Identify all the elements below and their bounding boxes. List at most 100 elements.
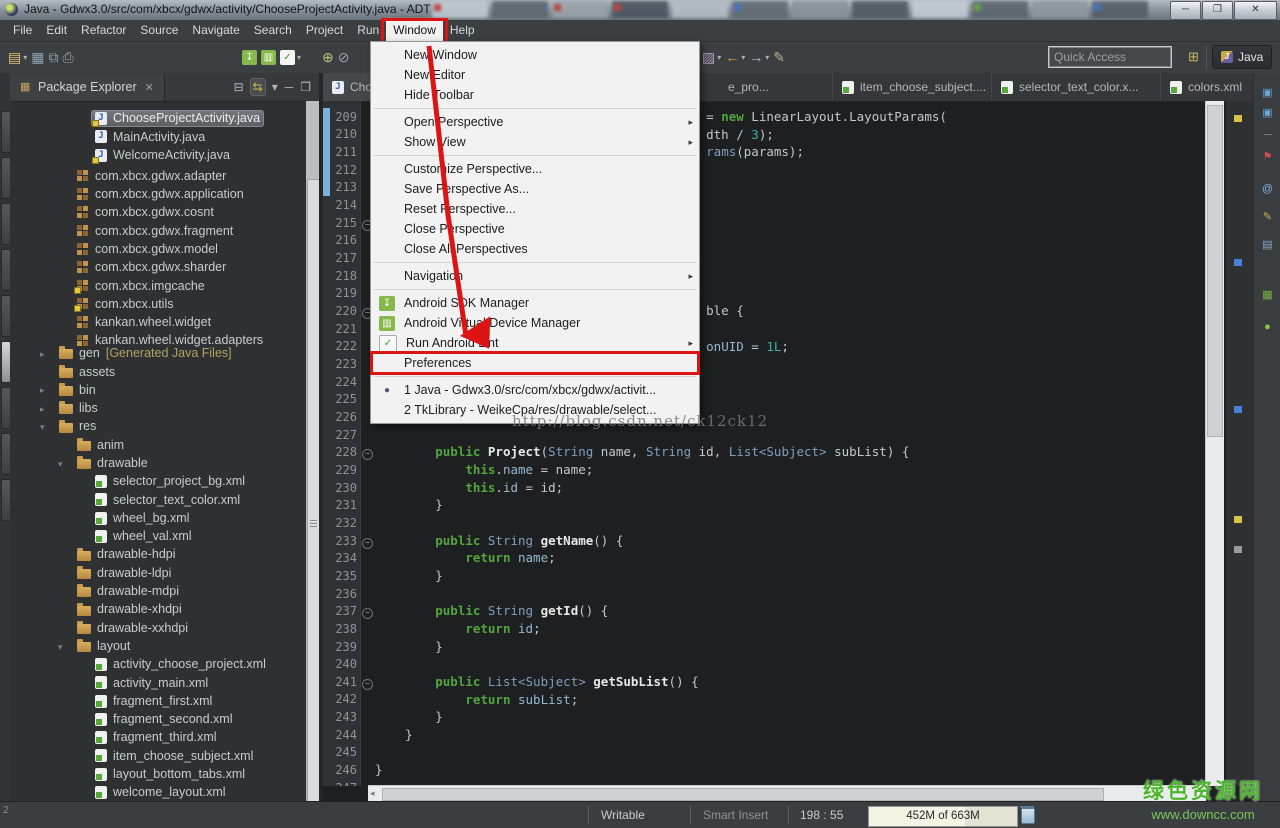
open-type-icon[interactable]: ▨ [702, 49, 715, 65]
view-stack-icon[interactable]: ▣ [1259, 105, 1276, 121]
menubar-item-source[interactable]: Source [133, 20, 185, 41]
tree-item[interactable]: selector_text_color.xml [10, 491, 306, 509]
lint-view-icon[interactable]: ● [1259, 319, 1276, 335]
menubar-item-edit[interactable]: Edit [39, 20, 74, 41]
menu-item-preferences[interactable]: Preferences [371, 353, 699, 373]
code-line[interactable]: 235 } [323, 567, 1209, 585]
menubar-item-window[interactable]: Window [386, 20, 443, 41]
scroll-left-arrow-icon[interactable]: ◂ [370, 788, 375, 799]
tree-item[interactable]: JMainActivity.java [10, 125, 306, 143]
menu-item-2-tklibrary-weikecpa-res-drawable-select[interactable]: 2 TkLibrary - WeikeCpa/res/drawable/sele… [371, 400, 699, 420]
dropdown-arrow-icon[interactable]: ▾ [717, 53, 721, 62]
menu-item-run-android-lint[interactable]: ✓Run Android Lint▸ [371, 333, 699, 353]
tree-item[interactable]: com.xbcx.gdwx.fragment [10, 217, 306, 235]
menu-item-show-view[interactable]: Show View▸ [371, 132, 699, 152]
ruler-annotation[interactable] [1234, 406, 1242, 413]
tree-item[interactable]: fragment_third.xml [10, 729, 306, 747]
minimize-view-icon[interactable]: ─ [285, 79, 294, 95]
menubar-item-refactor[interactable]: Refactor [74, 20, 133, 41]
tree-item[interactable]: activity_main.xml [10, 674, 306, 692]
collapse-all-icon[interactable]: ⊟ [234, 79, 244, 95]
tree-item[interactable]: fragment_second.xml [10, 711, 306, 729]
android-sdk-manager-icon[interactable]: ↧ [242, 50, 257, 65]
console-view-icon[interactable]: ▤ [1259, 237, 1276, 253]
tree-item[interactable]: drawable-xxhdpi [10, 619, 306, 637]
garbage-collect-icon[interactable] [1021, 808, 1035, 824]
drag-handle-icon[interactable]: ─ [1259, 127, 1276, 143]
save-icon[interactable]: ▦ [31, 49, 44, 65]
menubar-item-run[interactable]: Run [350, 20, 386, 41]
dropdown-arrow-icon[interactable]: ▾ [765, 53, 769, 62]
new-xml-file-icon[interactable]: ⊕ [322, 49, 334, 65]
menu-item-android-sdk-manager[interactable]: ↧Android SDK Manager [371, 293, 699, 313]
package-explorer-scrollbar[interactable] [306, 101, 319, 801]
menubar-item-project[interactable]: Project [299, 20, 350, 41]
ruler-annotation[interactable] [1234, 259, 1242, 266]
new-wizard-icon[interactable]: ▤ [8, 49, 21, 65]
menu-item-hide-toolbar[interactable]: Hide Toolbar [371, 85, 699, 105]
fold-marker[interactable] [360, 443, 375, 461]
menu-item-close-perspective[interactable]: Close Perspective [371, 219, 699, 239]
quick-access-input[interactable] [1049, 47, 1171, 67]
menu-item-close-all-perspectives[interactable]: Close All Perspectives [371, 239, 699, 259]
twistie-icon[interactable]: ▸ [40, 381, 45, 399]
twistie-icon[interactable]: ▸ [40, 400, 45, 418]
back-icon[interactable]: ← [725, 49, 739, 65]
print-icon[interactable]: ⎙ [62, 49, 73, 65]
menu-item-reset-perspective[interactable]: Reset Perspective... [371, 199, 699, 219]
tree-item[interactable]: ▾layout [10, 638, 306, 656]
ruler-annotation[interactable] [1234, 546, 1242, 553]
tree-item[interactable]: item_choose_subject.xml [10, 747, 306, 765]
code-line[interactable]: 232 [323, 514, 1209, 532]
menubar-item-search[interactable]: Search [247, 20, 299, 41]
tree-item[interactable]: kankan.wheel.widget [10, 308, 306, 326]
tree-item[interactable]: ▸bin [10, 381, 306, 399]
menubar-item-file[interactable]: File [6, 20, 39, 41]
restore-view-icon[interactable]: ▣ [1259, 85, 1276, 101]
tree-item[interactable]: fragment_first.xml [10, 693, 306, 711]
tree-item[interactable]: drawable-hdpi [10, 546, 306, 564]
package-explorer-tab[interactable]: ▦ Package Explorer ✕ [10, 74, 165, 101]
dropdown-arrow-icon[interactable]: ▾ [297, 53, 301, 62]
code-line[interactable]: 243 } [323, 708, 1209, 726]
tree-item[interactable]: kankan.wheel.widget.adapters [10, 327, 306, 345]
code-line[interactable]: 240 [323, 655, 1209, 673]
tree-item[interactable]: layout_bottom_tabs.xml [10, 766, 306, 784]
code-line[interactable]: 234 return name; [323, 549, 1209, 567]
code-line[interactable]: 237 public String getId() { [323, 602, 1209, 620]
code-line[interactable]: 233 public String getName() { [323, 532, 1209, 550]
editor-horizontal-scrollbar[interactable]: ◂ [368, 785, 1206, 801]
scrollbar-thumb[interactable] [1207, 105, 1223, 437]
menu-item-1-java-gdwx3-0-src-com-xbcx-gdwx-activit[interactable]: ●1 Java - Gdwx3.0/src/com/xbcx/gdwx/acti… [371, 380, 699, 400]
java-perspective-button[interactable]: J Java [1212, 45, 1272, 69]
code-line[interactable]: 228 public Project(String name, String i… [323, 443, 1209, 461]
ruler-annotation[interactable] [1234, 516, 1242, 523]
quick-access-box[interactable] [1048, 46, 1172, 68]
tree-item[interactable]: selector_project_bg.xml [10, 473, 306, 491]
editor-tab-selector-text-color-x[interactable]: selector_text_color.x... [992, 73, 1161, 101]
code-line[interactable]: 245 [323, 744, 1209, 762]
tree-item[interactable]: ▾res [10, 418, 306, 436]
tree-item[interactable]: com.xbcx.gdwx.cosnt [10, 198, 306, 216]
tree-item[interactable]: drawable-xhdpi [10, 601, 306, 619]
lint-toolbar-icon[interactable]: ✓ [280, 50, 295, 65]
tree-item[interactable]: com.xbcx.imgcache [10, 272, 306, 290]
fold-marker[interactable] [360, 602, 375, 620]
menu-item-customize-perspective[interactable]: Customize Perspective... [371, 159, 699, 179]
tree-item[interactable]: welcome_layout.xml [10, 784, 306, 801]
menubar-item-navigate[interactable]: Navigate [185, 20, 246, 41]
tree-item[interactable]: wheel_bg.xml [10, 510, 306, 528]
dropdown-arrow-icon[interactable]: ▾ [741, 53, 745, 62]
javadoc-view-icon[interactable]: @ [1259, 181, 1276, 197]
menu-item-navigation[interactable]: Navigation▸ [371, 266, 699, 286]
close-button[interactable]: ✕ [1234, 1, 1277, 20]
maximize-view-icon[interactable]: ❒ [300, 79, 311, 95]
tree-item[interactable]: ▸gen [Generated Java Files] [10, 345, 306, 363]
titlebar[interactable]: Java - Gdwx3.0/src/com/xbcx/gdwx/activit… [0, 0, 1280, 21]
tree-item[interactable]: wheel_val.xml [10, 528, 306, 546]
tree-item[interactable]: anim [10, 436, 306, 454]
dropdown-arrow-icon[interactable]: ▾ [23, 53, 27, 62]
twistie-icon[interactable]: ▾ [58, 638, 63, 656]
editor-tab-e-pro[interactable]: e_pro... [719, 73, 833, 101]
tree-item[interactable]: JWelcomeActivity.java [10, 144, 306, 162]
